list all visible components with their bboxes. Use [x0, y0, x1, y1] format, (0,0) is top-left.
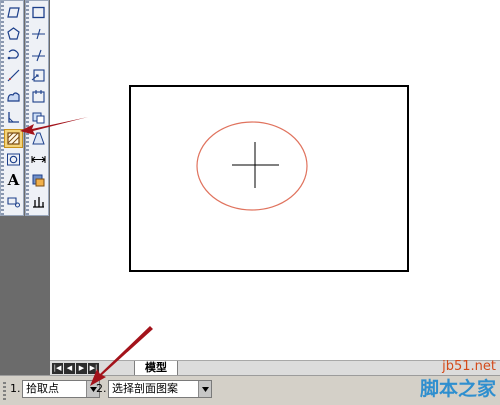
polygon-icon	[7, 27, 20, 40]
region-icon	[7, 92, 20, 102]
command-bar-grip[interactable]	[3, 382, 6, 400]
insert-table-tool[interactable]	[4, 192, 23, 211]
last-tab-nav-button[interactable]: ▶|	[88, 363, 99, 374]
make-block-icon	[32, 90, 45, 103]
rectangle-tool[interactable]	[29, 3, 48, 22]
draw-toolbar-right	[25, 0, 49, 216]
hatch-tool[interactable]	[4, 129, 23, 148]
line-tool[interactable]	[29, 24, 48, 43]
offset-tool[interactable]	[29, 108, 48, 127]
point-icon	[8, 112, 19, 123]
multiline-text-icon: A	[7, 171, 20, 189]
gradient-tool[interactable]	[29, 129, 48, 148]
command-option-1: 1. 拾取点	[10, 380, 100, 400]
insert-block-icon	[31, 69, 45, 82]
line-icon	[32, 28, 45, 40]
spline-icon	[7, 69, 20, 82]
dimension-tool[interactable]	[29, 150, 48, 169]
pick-point-dropdown[interactable]: 拾取点	[22, 380, 100, 398]
ellipse-tool[interactable]	[4, 150, 23, 169]
offset-icon	[32, 112, 45, 124]
draw-toolbar-left: A	[0, 0, 24, 216]
chevron-down-icon	[201, 386, 209, 392]
properties-icon	[33, 197, 44, 208]
revision-cloud-icon	[7, 49, 19, 60]
polyline-tool[interactable]	[4, 3, 23, 22]
dropdown-button[interactable]	[198, 381, 211, 397]
properties-tool[interactable]	[29, 192, 48, 211]
layer-icon	[32, 174, 45, 187]
dropdown-value: 拾取点	[26, 382, 59, 395]
multiline-text-tool[interactable]: A	[4, 171, 23, 190]
polygon-tool[interactable]	[4, 24, 23, 43]
select-hatch-pattern-dropdown[interactable]: 选择剖面图案	[108, 380, 212, 398]
watermark-domain: jb51.net	[442, 359, 496, 374]
make-block-tool[interactable]	[29, 87, 48, 106]
first-tab-nav-button[interactable]: |◀	[52, 363, 63, 374]
option-number: 1.	[10, 382, 21, 395]
insert-table-icon	[7, 197, 20, 208]
site-watermark: jb51.net 脚本之家	[420, 359, 496, 401]
insert-block-tool[interactable]	[29, 66, 48, 85]
dimension-icon	[31, 156, 46, 163]
point-tool[interactable]	[4, 108, 23, 127]
option-number: 2.	[96, 382, 107, 395]
next-tab-nav-button[interactable]: ▶	[76, 363, 87, 374]
ray-tool[interactable]	[29, 45, 48, 64]
rectangle-icon	[32, 6, 45, 19]
command-option-2: 2. 选择剖面图案	[96, 380, 212, 400]
tab-model[interactable]: 模型	[134, 361, 178, 376]
layer-tool[interactable]	[29, 171, 48, 190]
ellipse-icon	[7, 153, 20, 166]
dropdown-value: 选择剖面图案	[112, 382, 178, 395]
gradient-icon	[32, 132, 45, 145]
hatch-icon	[7, 132, 20, 145]
previous-tab-nav-button[interactable]: ◀	[64, 363, 75, 374]
region-tool[interactable]	[4, 87, 23, 106]
spline-tool[interactable]	[4, 66, 23, 85]
polyline-icon	[7, 7, 20, 18]
watermark-name: 脚本之家	[419, 378, 496, 400]
ray-icon	[32, 49, 45, 62]
revision-cloud-tool[interactable]	[4, 45, 23, 64]
layout-paper-boundary	[129, 85, 409, 272]
